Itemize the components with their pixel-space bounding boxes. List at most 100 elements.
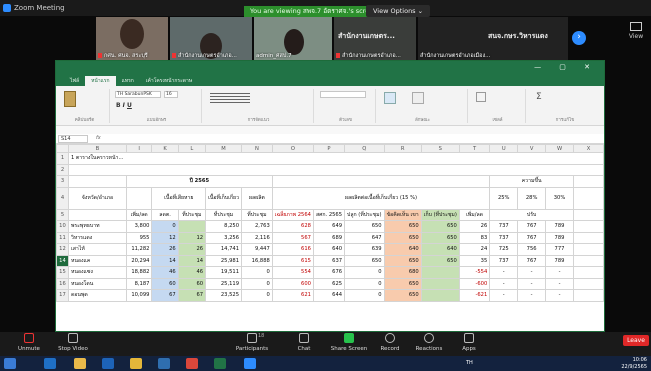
data-cell[interactable]: 689 xyxy=(312,231,346,244)
video-tile[interactable]: สำนักงานเกษตรอำเภอ... xyxy=(170,17,252,61)
view-options-button[interactable]: View Options ⌄ xyxy=(366,5,431,17)
column-header[interactable]: B xyxy=(67,144,127,153)
column-header[interactable]: Q xyxy=(344,144,385,153)
column-header[interactable]: O xyxy=(271,144,314,153)
header-increase[interactable]: ความขึ้น xyxy=(489,175,574,188)
tab-home[interactable]: หน้าแรก xyxy=(85,76,116,86)
data-cell[interactable]: 567 xyxy=(271,231,314,244)
app-icon[interactable] xyxy=(158,358,170,369)
header-pct[interactable]: 25% xyxy=(489,186,519,210)
header-year[interactable]: ปี 2565 xyxy=(125,175,273,188)
data-cell[interactable]: 600 xyxy=(271,277,314,290)
data-cell[interactable] xyxy=(572,277,604,290)
tab-page-layout[interactable]: เค้าโครงหน้ากระดาษ xyxy=(140,76,198,86)
ribbon-group-cells[interactable]: เซลล์ xyxy=(470,89,526,123)
number-format-select[interactable] xyxy=(320,91,366,98)
data-cell[interactable]: 640 xyxy=(312,243,346,256)
data-cell[interactable]: 35 xyxy=(458,254,491,267)
row-header[interactable]: 15 xyxy=(56,266,69,279)
data-cell[interactable]: 789 xyxy=(545,220,574,233)
ribbon-group-alignment[interactable]: การจัดแนว xyxy=(204,89,314,123)
data-cell[interactable]: 10,099 xyxy=(125,289,153,302)
data-cell[interactable]: 2,116 xyxy=(241,231,273,244)
header-pct[interactable]: 30% xyxy=(545,186,574,210)
clock[interactable]: 10:06 22/9/2565 xyxy=(621,357,647,370)
data-cell[interactable]: 0 xyxy=(241,289,273,302)
data-cell[interactable]: 46 xyxy=(151,266,179,279)
data-cell[interactable]: 3,256 xyxy=(205,231,243,244)
data-cell[interactable]: 25,981 xyxy=(205,254,243,267)
data-cell[interactable]: - xyxy=(489,266,519,279)
data-cell[interactable]: 650 xyxy=(383,289,422,302)
data-cell[interactable]: 789 xyxy=(545,254,574,267)
view-button[interactable]: View xyxy=(624,18,648,48)
file-explorer-icon[interactable] xyxy=(74,358,86,369)
data-cell[interactable] xyxy=(572,254,604,267)
language-indicator[interactable]: TH xyxy=(466,360,473,366)
header-cell[interactable]: เพิ่ม/ลด xyxy=(125,208,153,221)
column-header[interactable]: M xyxy=(205,144,243,153)
data-cell[interactable]: 625 xyxy=(312,277,346,290)
data-cell[interactable]: 650 xyxy=(344,254,385,267)
data-cell[interactable]: 14,741 xyxy=(205,243,243,256)
ribbon-group-clipboard[interactable]: คลิปบอร์ด xyxy=(60,89,110,123)
participants-button[interactable]: Participants xyxy=(232,333,272,352)
data-cell[interactable]: 2,763 xyxy=(241,220,273,233)
data-cell[interactable]: 0 xyxy=(344,289,385,302)
column-header[interactable]: K xyxy=(151,144,179,153)
header-yield[interactable]: ผลผลิต xyxy=(241,186,273,210)
data-cell[interactable]: 67 xyxy=(177,289,207,302)
share-screen-button[interactable]: Share Screen xyxy=(330,333,368,352)
column-header[interactable]: W xyxy=(545,144,574,153)
data-cell[interactable]: 25,119 xyxy=(205,277,243,290)
data-cell[interactable]: - xyxy=(545,289,574,302)
record-button[interactable]: Record xyxy=(378,333,402,352)
data-cell[interactable]: 16,888 xyxy=(241,254,273,267)
ribbon-group-styles[interactable]: ลักษณะ xyxy=(378,89,468,123)
province-cell[interactable]: หนองแซง xyxy=(67,266,127,279)
ribbon-group-font[interactable]: TH SarabunPSK 16 B I U แบบอักษร xyxy=(112,89,202,123)
data-cell[interactable]: - xyxy=(517,277,547,290)
video-tile[interactable]: กศน. ศนจ. สระบุรี xyxy=(96,17,168,61)
column-header[interactable]: U xyxy=(489,144,519,153)
data-cell[interactable]: 650 xyxy=(420,254,460,267)
data-cell[interactable]: 0 xyxy=(151,220,179,233)
data-cell[interactable]: 650 xyxy=(344,220,385,233)
province-cell[interactable]: วิหารแดง xyxy=(67,231,127,244)
stop-video-button[interactable]: Stop Video xyxy=(56,333,90,352)
data-cell[interactable]: 26 xyxy=(177,243,207,256)
column-header[interactable]: I xyxy=(125,144,153,153)
data-cell[interactable]: 616 xyxy=(271,243,314,256)
tab-file[interactable]: ไฟล์ xyxy=(64,76,85,86)
data-cell[interactable]: 644 xyxy=(312,289,346,302)
ribbon-group-number[interactable]: ตัวเลข xyxy=(316,89,376,123)
data-cell[interactable]: 650 xyxy=(383,254,422,267)
data-cell[interactable]: - xyxy=(517,289,547,302)
header-harvest[interactable]: เนื้อที่เก็บเกี่ยว xyxy=(205,186,243,210)
column-header[interactable]: L xyxy=(177,144,207,153)
province-cell[interactable]: หนองแค xyxy=(67,254,127,267)
data-cell[interactable]: 14 xyxy=(177,254,207,267)
edge-icon[interactable] xyxy=(44,358,56,369)
data-cell[interactable] xyxy=(177,220,207,233)
next-page-arrow-icon[interactable]: › xyxy=(572,31,586,45)
header-cell[interactable]: ที่ประชุม xyxy=(177,208,207,221)
data-cell[interactable]: 26 xyxy=(151,243,179,256)
data-cell[interactable]: - xyxy=(489,289,519,302)
data-cell[interactable]: 8,187 xyxy=(125,277,153,290)
data-cell[interactable]: 0 xyxy=(241,277,273,290)
row-header[interactable]: 14 xyxy=(56,254,69,267)
video-tile[interactable]: admin_ศสป.7 xyxy=(254,17,332,61)
row-header[interactable]: 17 xyxy=(56,289,69,302)
spreadsheet-grid[interactable]: B I K L M N O P Q R S T U V W X 1 1 ตารา… xyxy=(56,144,604,331)
data-cell[interactable]: 46 xyxy=(177,266,207,279)
unmute-button[interactable]: Unmute xyxy=(14,333,44,352)
excel-icon[interactable] xyxy=(214,358,226,369)
chat-button[interactable]: Chat xyxy=(292,333,316,352)
data-cell[interactable]: - xyxy=(517,266,547,279)
row-header[interactable]: 16 xyxy=(56,277,69,290)
data-cell[interactable]: 789 xyxy=(545,231,574,244)
ribbon-group-editing[interactable]: Σ การแก้ไข xyxy=(528,89,602,123)
start-icon[interactable] xyxy=(4,358,16,369)
font-size-select[interactable]: 16 xyxy=(164,91,178,98)
